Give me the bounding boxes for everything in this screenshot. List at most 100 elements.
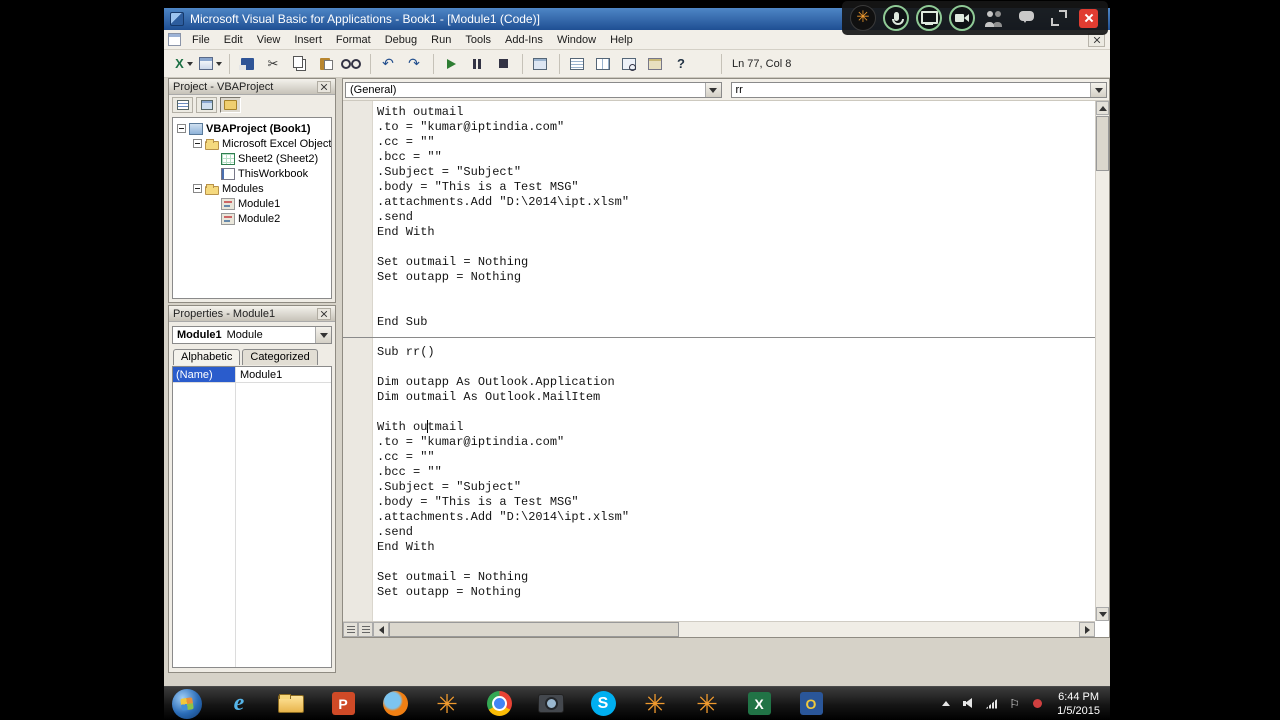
microphone-icon[interactable] (883, 5, 909, 31)
flower-app-icon[interactable] (692, 689, 722, 719)
menu-item[interactable]: Add-Ins (498, 32, 550, 48)
property-value-cell[interactable]: Module1 (235, 367, 331, 382)
help-icon[interactable] (669, 54, 693, 74)
firefox-icon[interactable] (380, 689, 410, 719)
tree-item[interactable]: Modules (173, 181, 331, 196)
reset-icon[interactable] (491, 54, 515, 74)
properties-object-dropdown[interactable]: Module1 Module (172, 326, 332, 344)
menu-item[interactable]: Tools (458, 32, 498, 48)
code-line: .bcc = "" (377, 150, 442, 164)
dropdown-arrow-icon[interactable] (1090, 83, 1106, 97)
action-center-icon[interactable] (1007, 696, 1022, 711)
tree-item[interactable]: Microsoft Excel Objects (173, 136, 331, 151)
project-tree[interactable]: VBAProject (Book1) Microsoft Excel Objec… (172, 117, 332, 299)
menu-item[interactable]: Run (424, 32, 458, 48)
excel-icon[interactable] (744, 689, 774, 719)
save-icon[interactable] (229, 53, 259, 74)
menu-item[interactable]: File (185, 32, 217, 48)
project-explorer-icon[interactable] (559, 53, 589, 74)
screen-share-icon[interactable] (916, 5, 942, 31)
object-browser-icon[interactable] (617, 54, 641, 74)
vertical-scroll-thumb[interactable] (1096, 116, 1109, 171)
windows-explorer-icon[interactable] (276, 689, 306, 719)
copy-icon[interactable] (287, 54, 311, 74)
menu-item[interactable]: Edit (217, 32, 250, 48)
code-editor[interactable]: With outmail .to = "kumar@iptindia.com" .c… (343, 101, 1095, 621)
scroll-right-button[interactable] (1079, 622, 1095, 637)
menu-item[interactable]: Insert (287, 32, 329, 48)
internet-explorer-icon[interactable] (224, 689, 254, 719)
tree-item[interactable]: Module1 (173, 196, 331, 211)
project-panel-header[interactable]: Project - VBAProject (169, 79, 335, 95)
scroll-up-button[interactable] (1096, 101, 1109, 115)
camera-app-icon[interactable] (536, 689, 566, 719)
chrome-icon[interactable] (484, 689, 514, 719)
break-icon[interactable] (465, 54, 489, 74)
toolbox-icon[interactable] (643, 54, 667, 74)
expander-icon[interactable] (193, 184, 202, 193)
volume-icon[interactable] (961, 696, 976, 711)
view-microsoft-excel-icon[interactable] (172, 54, 196, 74)
notification-icon[interactable] (1030, 696, 1045, 711)
tree-item[interactable]: ThisWorkbook (173, 166, 331, 181)
properties-window-icon[interactable] (591, 54, 615, 74)
menu-item[interactable]: View (250, 32, 288, 48)
webcam-icon[interactable] (949, 5, 975, 31)
recorder-app-icon[interactable] (850, 5, 876, 31)
insert-userform-icon[interactable] (198, 54, 222, 74)
dropdown-arrow-icon[interactable] (315, 327, 331, 343)
toggle-folders-button[interactable] (220, 97, 241, 113)
menu-item[interactable]: Help (603, 32, 640, 48)
dropdown-arrow-icon[interactable] (704, 83, 721, 97)
tray-expand-icon[interactable] (938, 696, 953, 711)
paste-icon[interactable] (313, 54, 337, 74)
procedure-view-button[interactable] (343, 622, 358, 637)
fullscreen-icon[interactable] (1046, 5, 1072, 31)
scroll-down-button[interactable] (1096, 607, 1109, 621)
menu-item[interactable]: Debug (378, 32, 424, 48)
find-icon[interactable] (339, 54, 363, 74)
cut-icon[interactable] (261, 54, 285, 74)
full-module-view-button[interactable] (358, 622, 373, 637)
flower-app-icon[interactable] (640, 689, 670, 719)
expander-icon[interactable] (193, 139, 202, 148)
flower-app-icon[interactable] (432, 689, 462, 719)
properties-tab[interactable]: Categorized (242, 349, 318, 365)
outlook-icon[interactable] (796, 689, 826, 719)
powerpoint-icon[interactable] (328, 689, 358, 719)
design-mode-icon[interactable] (522, 53, 552, 74)
code-window-system-icon[interactable] (168, 33, 181, 46)
undo-icon[interactable] (370, 53, 400, 74)
menu-item[interactable]: Window (550, 32, 603, 48)
menu-item[interactable]: Format (329, 32, 378, 48)
tree-item[interactable]: VBAProject (Book1) (173, 121, 331, 136)
view-code-button[interactable] (172, 97, 193, 113)
tree-item[interactable]: Sheet2 (Sheet2) (173, 151, 331, 166)
skype-icon[interactable] (588, 689, 618, 719)
project-panel-close-button[interactable] (317, 80, 331, 93)
view-object-button[interactable] (196, 97, 217, 113)
properties-panel-header[interactable]: Properties - Module1 (169, 306, 335, 322)
properties-panel-close-button[interactable] (317, 307, 331, 320)
procedure-dropdown[interactable]: rr (730, 82, 1107, 98)
expander-icon[interactable] (177, 124, 186, 133)
run-icon[interactable] (433, 53, 463, 74)
horizontal-scroll-track[interactable] (389, 622, 1079, 637)
start-button[interactable] (172, 688, 202, 719)
network-icon[interactable] (984, 696, 999, 711)
chat-icon[interactable] (1013, 5, 1039, 31)
vertical-scrollbar[interactable] (1095, 101, 1109, 621)
object-dropdown[interactable]: (General) (345, 82, 722, 98)
participants-icon[interactable] (982, 5, 1006, 31)
clock[interactable]: 6:44 PM 1/5/2015 (1057, 690, 1100, 718)
property-row[interactable]: (Name) Module1 (173, 367, 331, 383)
redo-icon[interactable] (402, 54, 426, 74)
horizontal-scroll-thumb[interactable] (389, 622, 679, 637)
overlay-close-icon[interactable] (1079, 8, 1098, 28)
properties-tab[interactable]: Alphabetic (173, 349, 241, 365)
scroll-left-button[interactable] (373, 622, 389, 637)
margin-indicator-bar[interactable] (343, 101, 373, 621)
tree-item[interactable]: Module2 (173, 211, 331, 226)
property-name-cell[interactable]: (Name) (173, 367, 235, 382)
horizontal-scrollbar[interactable] (343, 621, 1095, 637)
